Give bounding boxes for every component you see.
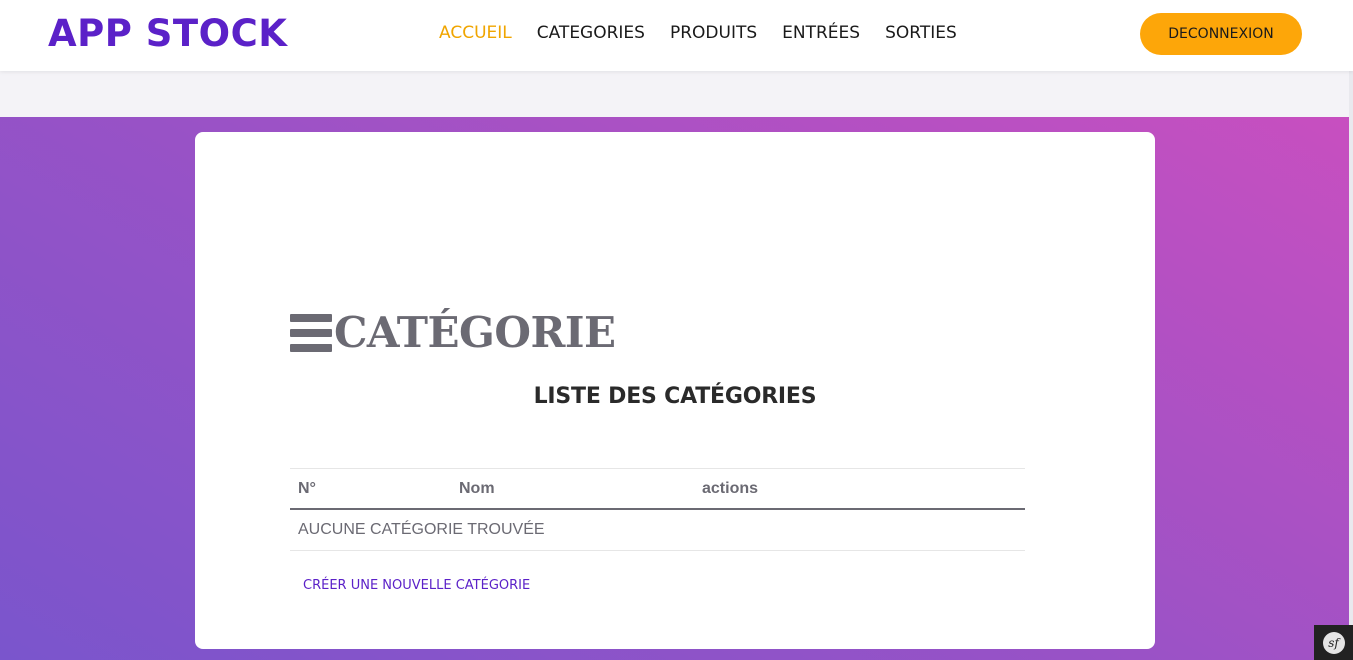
table-header: N° Nom actions [290,468,1025,510]
nav-item-categories[interactable]: CATEGORIES [537,22,645,44]
column-header-number: N° [298,480,316,497]
top-navbar: APP STOCK ACCUEIL CATEGORIES PRODUITS EN… [0,0,1353,71]
table-row: AUCUNE CATÉGORIE TROUVÉE [290,510,1025,551]
logout-button[interactable]: DECONNEXION [1140,13,1302,55]
empty-state-message: AUCUNE CATÉGORIE TROUVÉE [298,521,545,538]
page-heading: CATÉGORIE [290,308,616,358]
main-nav: ACCUEIL CATEGORIES PRODUITS ENTRÉES SORT… [439,22,957,44]
symfony-debug-toolbar-toggle[interactable]: sf [1314,625,1353,660]
content-card: CATÉGORIE LISTE DES CATÉGORIES N° Nom ac… [195,132,1155,649]
categories-table: N° Nom actions AUCUNE CATÉGORIE TROUVÉE [290,468,1025,551]
nav-item-produits[interactable]: PRODUITS [670,22,757,44]
page-title: CATÉGORIE [334,308,616,357]
list-title: LISTE DES CATÉGORIES [533,384,817,409]
column-header-name: Nom [459,480,495,497]
nav-item-entrees[interactable]: ENTRÉES [782,22,860,44]
brand-logo[interactable]: APP STOCK [48,12,287,56]
column-header-actions: actions [702,480,759,497]
symfony-icon: sf [1322,631,1345,654]
create-category-link[interactable]: CRÉER UNE NOUVELLE CATÉGORIE [303,578,530,593]
header-spacer [0,71,1353,117]
nav-item-sorties[interactable]: SORTIES [885,22,957,44]
bars-icon [290,314,332,352]
nav-item-accueil[interactable]: ACCUEIL [439,22,512,44]
scrollbar[interactable] [1349,0,1353,660]
